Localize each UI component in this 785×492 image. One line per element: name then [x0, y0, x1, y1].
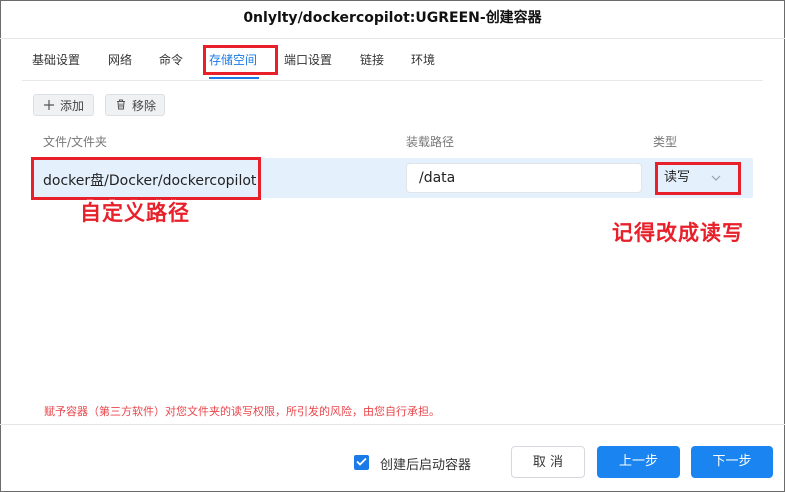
add-button[interactable]: 添加	[33, 94, 94, 116]
cancel-button[interactable]: 取 消	[511, 446, 585, 478]
annotation-remember-read-write: 记得改成读写	[612, 221, 744, 245]
annotation-custom-path: 自定义路径	[80, 201, 190, 225]
plus-icon	[42, 95, 56, 117]
risk-warning: 赋予容器（第三方软件）对您文件夹的读写权限，所引发的风险，由您自行承担。	[44, 405, 440, 418]
start-after-create-label[interactable]: 创建后启动容器	[380, 454, 471, 473]
type-select[interactable]: 读写	[659, 164, 737, 192]
tab-command[interactable]: 命令	[159, 38, 183, 80]
column-header-type: 类型	[653, 135, 678, 149]
column-header-file: 文件/文件夹	[43, 135, 108, 149]
previous-step-button[interactable]: 上一步	[597, 446, 680, 478]
next-step-button[interactable]: 下一步	[691, 446, 773, 478]
start-after-create-checkbox[interactable]	[354, 455, 369, 470]
tab-basic-settings[interactable]: 基础设置	[32, 38, 80, 80]
remove-button[interactable]: 移除	[105, 94, 165, 116]
column-header-mount-path: 装载路径	[406, 135, 455, 149]
checkmark-icon	[356, 455, 367, 469]
tab-links[interactable]: 链接	[360, 38, 384, 80]
active-tab-underline	[209, 77, 259, 79]
dialog-title: 0nlylty/dockercopilot:UGREEN-创建容器	[0, 0, 785, 39]
tab-storage[interactable]: 存储空间	[209, 38, 257, 80]
trash-icon	[114, 95, 128, 117]
tab-network[interactable]: 网络	[108, 38, 132, 80]
type-select-value: 读写	[664, 170, 691, 185]
remove-button-label: 移除	[132, 99, 157, 113]
tab-environment[interactable]: 环境	[411, 38, 435, 80]
footer-divider	[0, 424, 785, 425]
tab-bar: 基础设置 网络 命令 存储空间 端口设置 链接 环境	[22, 38, 763, 81]
chevron-down-icon	[711, 164, 721, 192]
mount-path-input[interactable]: /data	[406, 163, 642, 193]
tab-port-settings[interactable]: 端口设置	[284, 38, 332, 80]
add-button-label: 添加	[60, 99, 85, 113]
folder-path[interactable]: docker盘/Docker/dockercopilot	[43, 170, 256, 190]
